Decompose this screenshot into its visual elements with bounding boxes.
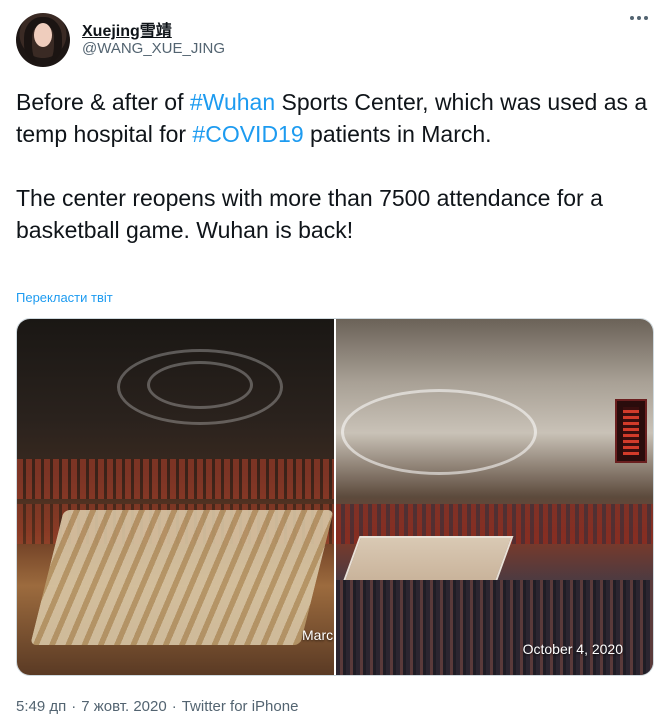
- media-grid: Marc October 4, 2020: [16, 318, 654, 676]
- roof-ring: [147, 361, 253, 409]
- translate-tweet-link[interactable]: Перекласти твіт: [16, 290, 113, 305]
- crowd: [336, 580, 653, 675]
- more-dot: [630, 16, 634, 20]
- text-segment: patients in March.: [303, 121, 492, 147]
- tweet-card: Xuejing雪靖 @WANG_XUE_JING Before & after …: [0, 0, 668, 724]
- photo-before[interactable]: Marc: [17, 319, 334, 675]
- more-dot: [644, 16, 648, 20]
- meta-separator: ·: [171, 698, 177, 715]
- meta-separator: ·: [71, 698, 77, 715]
- avatar-face: [34, 23, 52, 47]
- tweet-meta: 5:49 дп · 7 жовт. 2020 · Twitter for iPhone: [16, 698, 298, 715]
- tweet-paragraph-2: The center reopens with more than 7500 a…: [16, 185, 603, 243]
- hashtag-covid19[interactable]: #COVID19: [192, 121, 303, 147]
- author-display-name[interactable]: Xuejing雪靖: [82, 17, 172, 41]
- text-segment: Before & after of: [16, 89, 190, 115]
- tweet-paragraph-1: Before & after of #Wuhan Sports Center, …: [16, 86, 656, 150]
- scoreboard: [615, 399, 647, 463]
- photo-caption-after: October 4, 2020: [522, 641, 623, 657]
- temporary-hospital-beds: [30, 510, 334, 645]
- author-handle[interactable]: @WANG_XUE_JING: [82, 40, 225, 57]
- tweet-source[interactable]: Twitter for iPhone: [182, 698, 299, 715]
- hashtag-wuhan[interactable]: #Wuhan: [190, 89, 275, 115]
- photo-after[interactable]: October 4, 2020: [336, 319, 653, 675]
- more-horizontal-icon[interactable]: [630, 16, 648, 20]
- avatar[interactable]: [16, 13, 70, 67]
- tweet-text: Before & after of #Wuhan Sports Center, …: [16, 86, 656, 246]
- tweet-date[interactable]: 7 жовт. 2020: [81, 698, 166, 715]
- tweet-time[interactable]: 5:49 дп: [16, 698, 66, 715]
- stands: [17, 459, 334, 499]
- photo-caption-before: Marc: [302, 627, 334, 643]
- more-dot: [637, 16, 641, 20]
- roof-ring: [341, 389, 537, 475]
